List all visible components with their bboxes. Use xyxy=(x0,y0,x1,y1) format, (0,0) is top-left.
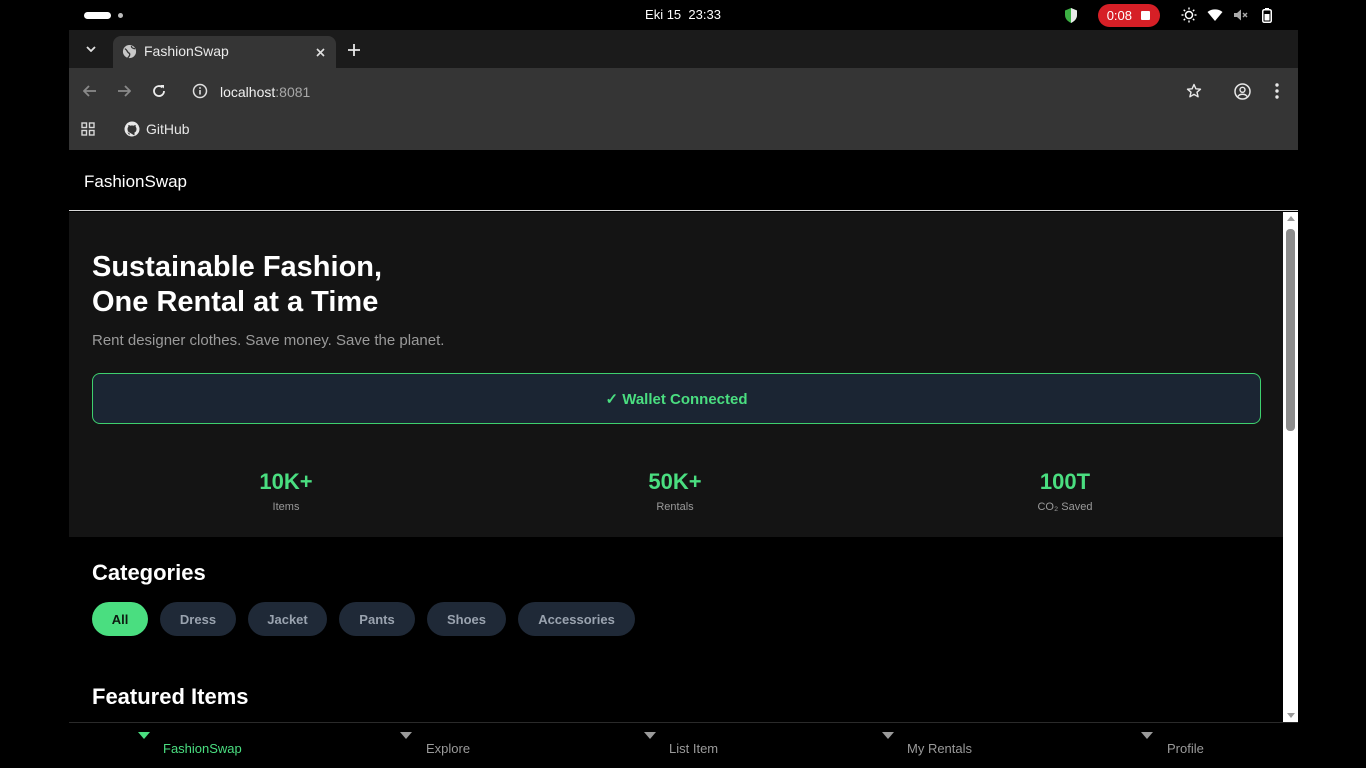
chevron-down-icon xyxy=(86,46,96,52)
page-viewport: FashionSwap Sustainable Fashion, One Ren… xyxy=(69,150,1298,768)
back-button[interactable] xyxy=(79,80,101,102)
nav-label: List Item xyxy=(669,741,719,756)
scroll-up-arrow[interactable] xyxy=(1287,216,1295,221)
stat-label: CO₂ Saved xyxy=(1037,501,1093,513)
app-brand[interactable]: FashionSwap xyxy=(84,172,187,192)
wifi-icon xyxy=(1207,7,1223,23)
plus-icon xyxy=(348,44,360,56)
category-chip-accessories[interactable]: Accessories xyxy=(518,602,635,636)
info-icon[interactable] xyxy=(192,83,208,99)
battery-icon xyxy=(1259,7,1275,23)
profile-button[interactable] xyxy=(1232,81,1252,101)
nav-label: Profile xyxy=(1167,741,1204,756)
scroll-down-arrow[interactable] xyxy=(1287,713,1295,718)
category-chip-dress[interactable]: Dress xyxy=(160,602,236,636)
github-icon xyxy=(124,121,140,137)
wallet-connected-button[interactable]: ✓ Wallet Connected xyxy=(92,373,1261,424)
clock-time: 23:33 xyxy=(688,7,721,22)
reload-button[interactable] xyxy=(148,80,170,102)
forward-button[interactable] xyxy=(113,80,135,102)
url-port: :8081 xyxy=(275,84,311,100)
url-host: localhost xyxy=(220,84,276,100)
nav-item-explore[interactable]: Explore xyxy=(314,723,559,768)
close-icon xyxy=(315,47,325,57)
category-chip-all[interactable]: All xyxy=(92,602,148,636)
hero-title-line1: Sustainable Fashion, xyxy=(92,251,383,283)
browser-tab[interactable]: FashionSwap xyxy=(113,36,336,68)
nav-label: FashionSwap xyxy=(163,741,242,756)
stat-label: Rentals xyxy=(656,501,694,513)
tab-indicator-icon xyxy=(882,732,894,739)
stat-co2-saved: 100T CO₂ Saved xyxy=(965,469,1165,513)
hero-title: Sustainable Fashion, One Rental at a Tim… xyxy=(92,250,382,320)
stat-value: 100T xyxy=(1039,469,1091,494)
featured-items-heading: Featured Items xyxy=(92,684,249,709)
menu-button[interactable] xyxy=(1267,81,1287,101)
nav-item-profile[interactable]: Profile xyxy=(1049,723,1294,768)
hero-title-line2: One Rental at a Time xyxy=(92,286,379,318)
browser-toolbar: localhost:8081 GitHub xyxy=(69,68,1298,150)
bookmark-star-button[interactable] xyxy=(1184,81,1204,101)
tab-indicator-icon xyxy=(138,732,150,739)
system-top-bar: Eki 15 23:33 0:08 xyxy=(0,0,1366,30)
app-header: FashionSwap xyxy=(69,150,1298,211)
clock-date: Eki 15 xyxy=(645,7,682,22)
tab-close-button[interactable] xyxy=(312,44,328,60)
categories-heading: Categories xyxy=(92,560,206,585)
star-icon xyxy=(1186,83,1202,98)
brightness-icon xyxy=(1181,7,1197,23)
nav-item-my-rentals[interactable]: My Rentals xyxy=(804,723,1049,768)
category-chip-pants[interactable]: Pants xyxy=(339,602,415,636)
browser-window: FashionSwap localhost:8081 GitHub Fashio… xyxy=(69,30,1298,768)
address-bar[interactable]: localhost:8081 xyxy=(220,84,310,100)
bottom-navigation: FashionSwap Explore List Item My Rentals… xyxy=(69,722,1298,768)
stat-label: Items xyxy=(272,501,300,513)
new-tab-button[interactable] xyxy=(345,41,363,59)
recording-time: 0:08 xyxy=(1106,7,1132,23)
hero-section: Sustainable Fashion, One Rental at a Tim… xyxy=(69,212,1283,537)
tab-indicator-icon xyxy=(644,732,656,739)
category-chip-jacket[interactable]: Jacket xyxy=(248,602,327,636)
stat-value: 50K+ xyxy=(648,469,702,494)
stat-items: 10K+ Items xyxy=(186,469,386,513)
category-chips: All Dress Jacket Pants Shoes Accessories xyxy=(92,602,647,636)
tab-indicator-icon xyxy=(400,732,412,739)
page-scrollbar[interactable] xyxy=(1283,212,1298,722)
apps-grid-icon[interactable] xyxy=(81,122,95,136)
arrow-left-icon xyxy=(83,85,96,97)
reload-icon xyxy=(153,85,165,97)
volume-muted-icon xyxy=(1233,7,1249,23)
bookmark-github[interactable]: GitHub xyxy=(124,119,190,139)
nav-label: My Rentals xyxy=(907,741,973,756)
nav-label: Explore xyxy=(426,741,471,756)
tab-title: FashionSwap xyxy=(144,43,229,59)
tab-search-button[interactable] xyxy=(79,37,103,61)
nav-item-home[interactable]: FashionSwap xyxy=(69,723,314,768)
tab-strip: FashionSwap xyxy=(69,30,1298,68)
screen-recording-indicator[interactable]: 0:08 xyxy=(1097,3,1160,27)
globe-icon xyxy=(122,44,137,59)
arrow-right-icon xyxy=(118,85,131,97)
shield-icon xyxy=(1064,7,1077,23)
stat-rentals: 50K+ Rentals xyxy=(575,469,775,513)
stop-icon xyxy=(1141,10,1150,20)
more-vertical-icon xyxy=(1275,83,1279,99)
nav-item-list-item[interactable]: List Item xyxy=(559,723,804,768)
category-chip-shoes[interactable]: Shoes xyxy=(427,602,506,636)
tab-indicator-icon xyxy=(1141,732,1153,739)
scroll-thumb[interactable] xyxy=(1286,229,1295,431)
stat-value: 10K+ xyxy=(259,469,313,494)
bookmark-label: GitHub xyxy=(146,121,190,137)
account-icon xyxy=(1233,82,1251,100)
hero-subtitle: Rent designer clothes. Save money. Save … xyxy=(92,332,445,349)
